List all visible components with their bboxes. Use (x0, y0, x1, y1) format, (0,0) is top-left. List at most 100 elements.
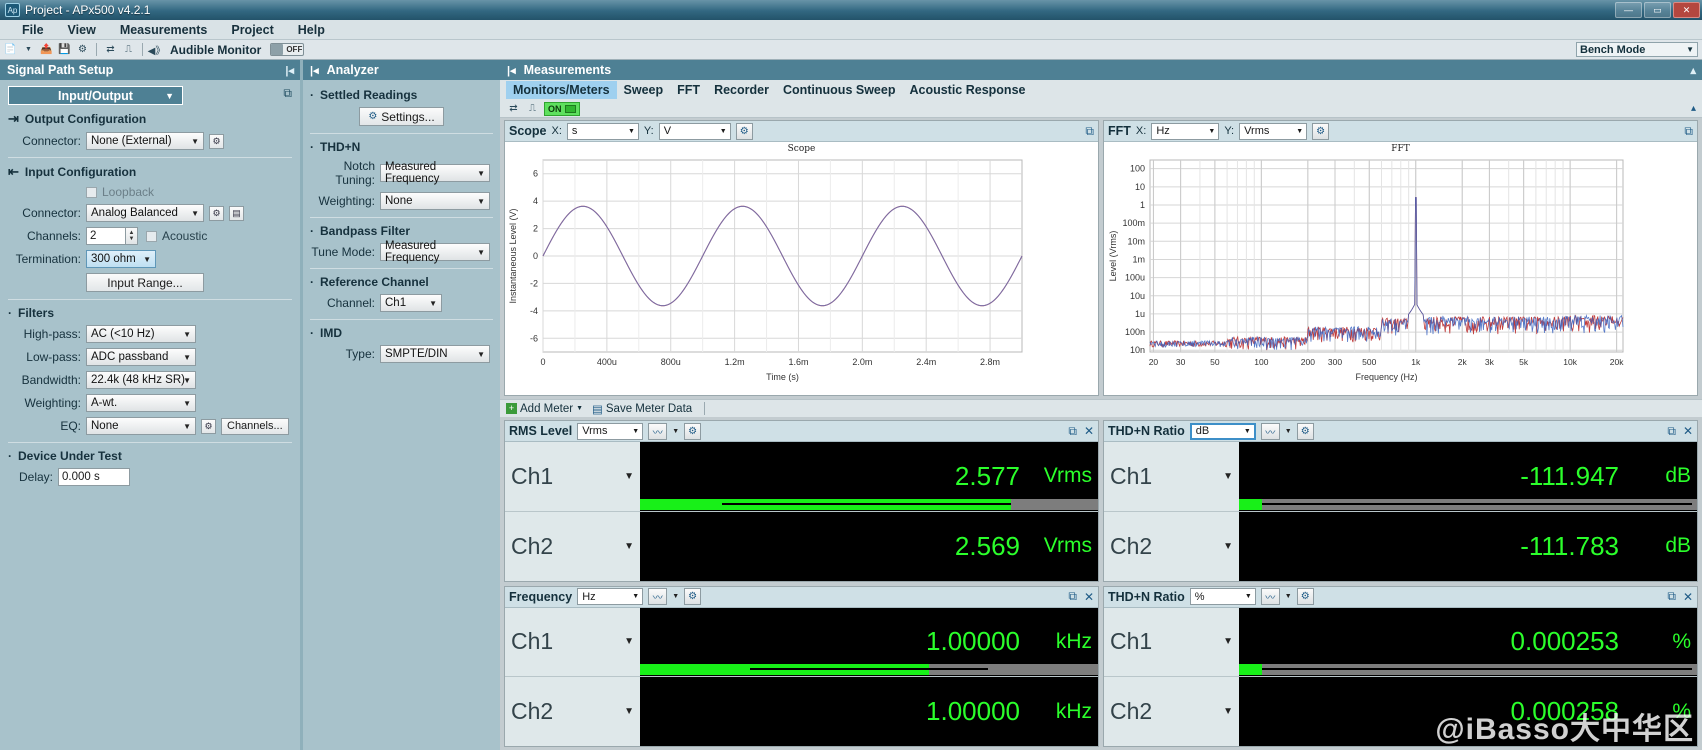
channels-stepper[interactable]: ▲ ▼ (126, 227, 138, 245)
tab-sweep[interactable]: Sweep (617, 81, 671, 99)
measurements-tabs[interactable]: Monitors/Meters Sweep FFT Recorder Conti… (500, 80, 1702, 100)
rms-level-graph-icon[interactable]: 〰 (648, 422, 668, 440)
freq-ch2-selector[interactable]: Ch2 ▼ (505, 677, 640, 746)
menu-item-project[interactable]: Project (219, 21, 285, 39)
rms-level-settings-icon[interactable]: ⚙ (684, 422, 702, 440)
rms-level-popout-icon[interactable]: ⧉ (1068, 424, 1077, 439)
chevron-down-icon[interactable]: ▼ (672, 428, 679, 435)
chevron-down-icon[interactable]: ▼ (1285, 593, 1292, 600)
waveform-icon[interactable]: ⎍ (525, 101, 540, 116)
thdn-db-tools[interactable]: ⧉ ✕ (1667, 424, 1693, 439)
save-icon[interactable]: 💾 (57, 42, 72, 57)
close-button[interactable]: ✕ (1673, 2, 1700, 18)
tab-acoustic-response[interactable]: Acoustic Response (902, 81, 1032, 99)
thdn-db-close-icon[interactable]: ✕ (1683, 424, 1693, 438)
fft-settings-icon[interactable]: ⚙ (1312, 122, 1330, 140)
signal-path-icon[interactable]: ⇄ (103, 42, 118, 57)
thdn-db-unit-select[interactable]: dB ▼ (1189, 422, 1256, 440)
input-connector-settings-icon[interactable]: ⚙ (209, 205, 224, 221)
expand-measurements-icon[interactable]: |◂ (507, 64, 516, 77)
maximize-button[interactable]: ▭ (1644, 2, 1671, 18)
waveform-icon[interactable]: ⎍ (121, 42, 136, 57)
loopback-checkbox[interactable] (86, 186, 97, 198)
input-range-button[interactable]: Input Range... (86, 273, 204, 292)
add-meter-button[interactable]: + Add Meter ▼ (506, 403, 583, 415)
thdn-pct-close-icon[interactable]: ✕ (1683, 590, 1693, 604)
audible-monitor-toggle[interactable]: OFF (270, 43, 305, 56)
eq-settings-icon[interactable]: ⚙ (201, 418, 216, 434)
tune-mode-select[interactable]: Measured Frequency ▼ (380, 240, 490, 264)
rms-level-tools[interactable]: ⧉ ✕ (1068, 424, 1094, 439)
scope-settings-icon[interactable]: ⚙ (735, 122, 753, 140)
popout-icon[interactable]: ⧉ (283, 86, 292, 101)
rms-ch1-selector[interactable]: Ch1 ▼ (505, 442, 640, 511)
output-connector-select[interactable]: None (External) ▼ (86, 132, 204, 150)
thdn-db-popout-icon[interactable]: ⧉ (1667, 424, 1676, 439)
scope-plot[interactable]: Scope 6 4 2 0 -2 -4 -6 0 400u 800u 1.2m 1.6m 2.0m 2.4… (505, 142, 1098, 395)
main-toolbar[interactable]: 📄 ▼ 📤 💾 ⚙ ⇄ ⎍ ◀》 Audible Monitor OFF Ben… (0, 40, 1702, 60)
input-connector-select[interactable]: Analog Balanced ▼ (86, 204, 204, 222)
fft-plot[interactable]: FFT 100 10 1 100m 10m 1m 100u 10u 1u 100n 10n 20 30 5… (1104, 142, 1697, 395)
weighting-select[interactable]: A-wt. ▼ (86, 394, 196, 412)
fft-y-unit-select[interactable]: Vrms ▼ (1239, 122, 1308, 140)
channels-input[interactable]: 2 (86, 227, 126, 245)
speaker-icon[interactable]: ◀》 (148, 42, 166, 57)
menu-item-file[interactable]: File (10, 21, 56, 39)
scope-popout-icon[interactable]: ⧉ (1085, 124, 1094, 139)
measurements-collapse-icon[interactable]: ▴ (1690, 64, 1696, 77)
expand-panel-icon[interactable]: |◂ (310, 64, 319, 77)
minimize-button[interactable]: — (1615, 2, 1642, 18)
signal-path-icon[interactable]: ⇄ (506, 101, 521, 116)
delay-input[interactable]: 0.000 s (58, 468, 130, 486)
chevron-down-icon[interactable]: ▼ (672, 593, 679, 600)
menu-item-view[interactable]: View (56, 21, 108, 39)
measurement-minitoolbar[interactable]: ⇄ ⎍ ON ▴ (500, 100, 1702, 118)
chevron-down-icon[interactable]: ▼ (1285, 428, 1292, 435)
notch-tuning-select[interactable]: Measured Frequency ▼ (380, 161, 490, 185)
thdnpct-ch1-selector[interactable]: Ch1 ▼ (1104, 607, 1239, 677)
dropdown-caret-icon[interactable]: ▼ (21, 42, 36, 57)
highpass-select[interactable]: AC (<10 Hz) ▼ (86, 325, 196, 343)
collapse-panel-icon[interactable]: |◂ (285, 64, 294, 77)
scope-x-unit-select[interactable]: s ▼ (566, 122, 639, 140)
termination-select[interactable]: 300 ohm ▼ (86, 250, 156, 268)
generator-on-toggle[interactable]: ON (544, 101, 580, 116)
tab-continuous-sweep[interactable]: Continuous Sweep (776, 81, 903, 99)
settings-gear-icon[interactable]: ⚙ (75, 42, 90, 57)
input-connector-info-icon[interactable]: ▤ (229, 205, 244, 221)
thdn-pct-unit-select[interactable]: % ▼ (1189, 588, 1256, 605)
imd-type-select[interactable]: SMPTE/DIN ▼ (380, 345, 490, 363)
rms-level-unit-select[interactable]: Vrms ▼ (577, 422, 644, 440)
bench-mode-dropdown[interactable]: Bench Mode ▼ (1576, 42, 1698, 57)
menu-item-measurements[interactable]: Measurements (108, 21, 220, 39)
eq-select[interactable]: None ▼ (86, 417, 196, 435)
rms-level-close-icon[interactable]: ✕ (1084, 424, 1094, 438)
thdn-db-graph-icon[interactable]: 〰 (1260, 422, 1280, 440)
frequency-tools[interactable]: ⧉ ✕ (1068, 589, 1094, 604)
tab-recorder[interactable]: Recorder (707, 81, 776, 99)
fft-x-unit-select[interactable]: Hz ▼ (1151, 122, 1220, 140)
open-folder-icon[interactable]: 📤 (39, 42, 54, 57)
frequency-close-icon[interactable]: ✕ (1084, 590, 1094, 604)
minitoolbar-collapse-icon[interactable]: ▴ (1691, 103, 1696, 114)
thdn-pct-settings-icon[interactable]: ⚙ (1296, 588, 1314, 605)
freq-ch1-selector[interactable]: Ch1 ▼ (505, 607, 640, 677)
thdndb-ch1-selector[interactable]: Ch1 ▼ (1104, 442, 1239, 511)
thdnpct-ch2-selector[interactable]: Ch2 ▼ (1104, 677, 1239, 746)
bandwidth-select[interactable]: 22.4k (48 kHz SR) ▼ (86, 371, 196, 389)
thdn-db-settings-icon[interactable]: ⚙ (1296, 422, 1314, 440)
menu-item-help[interactable]: Help (286, 21, 337, 39)
thdn-pct-tools[interactable]: ⧉ ✕ (1667, 589, 1693, 604)
frequency-settings-icon[interactable]: ⚙ (684, 588, 702, 605)
settled-settings-button[interactable]: ⚙ Settings... (359, 107, 444, 126)
lowpass-select[interactable]: ADC passband ▼ (86, 348, 196, 366)
thdndb-ch2-selector[interactable]: Ch2 ▼ (1104, 511, 1239, 581)
frequency-graph-icon[interactable]: 〰 (648, 588, 668, 605)
menu-bar[interactable]: File View Measurements Project Help (0, 20, 1702, 40)
thdn-pct-popout-icon[interactable]: ⧉ (1667, 589, 1676, 604)
scope-y-unit-select[interactable]: V ▼ (658, 122, 731, 140)
tab-monitors-meters[interactable]: Monitors/Meters (506, 81, 617, 99)
thdn-pct-graph-icon[interactable]: 〰 (1260, 588, 1280, 605)
signal-path-selector[interactable]: Input/Output ▼ (8, 86, 183, 105)
reference-channel-select[interactable]: Ch1 ▼ (380, 294, 442, 312)
